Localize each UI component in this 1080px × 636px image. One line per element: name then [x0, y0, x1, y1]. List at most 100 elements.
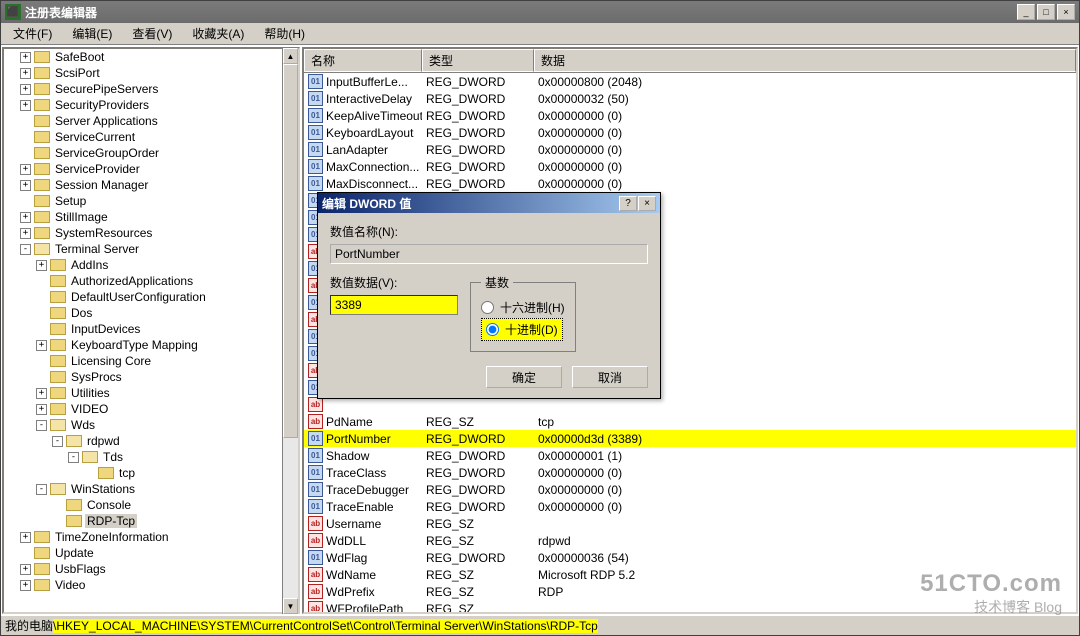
tree-node[interactable]: +StillImage: [20, 209, 298, 225]
menu-help[interactable]: 帮助(H): [256, 23, 313, 44]
cancel-button[interactable]: 取消: [572, 366, 648, 388]
tree-node[interactable]: +Session Manager: [20, 177, 298, 193]
expand-icon[interactable]: +: [20, 164, 31, 175]
radio-hex[interactable]: [481, 301, 494, 314]
list-row[interactable]: abWdPrefixREG_SZRDP: [304, 583, 1076, 600]
tree-node[interactable]: +KeyboardType Mapping: [20, 337, 298, 353]
tree-node[interactable]: +SystemResources: [20, 225, 298, 241]
expand-icon[interactable]: +: [20, 68, 31, 79]
tree-node[interactable]: +SafeBoot: [20, 49, 298, 65]
col-header-name[interactable]: 名称: [304, 49, 422, 72]
tree-node[interactable]: +SecurePipeServers: [20, 81, 298, 97]
list-row[interactable]: 01PortNumberREG_DWORD0x00000d3d (3389): [304, 430, 1076, 447]
tree-node[interactable]: RDP-Tcp: [20, 513, 298, 529]
scroll-down-icon[interactable]: ▼: [283, 598, 298, 614]
menu-edit[interactable]: 编辑(E): [64, 23, 120, 44]
expand-icon[interactable]: +: [20, 84, 31, 95]
menu-view[interactable]: 查看(V): [124, 23, 180, 44]
tree-node[interactable]: SysProcs: [20, 369, 298, 385]
list-row[interactable]: abWdDLLREG_SZrdpwd: [304, 532, 1076, 549]
expand-icon[interactable]: +: [20, 180, 31, 191]
tree-scrollbar[interactable]: ▲ ▼: [282, 48, 298, 614]
expand-icon[interactable]: +: [20, 228, 31, 239]
value-data: 0x00000000 (0): [534, 108, 1076, 123]
menu-file[interactable]: 文件(F): [5, 23, 60, 44]
tree-node[interactable]: +AddIns: [20, 257, 298, 273]
expand-icon[interactable]: +: [20, 100, 31, 111]
tree-node[interactable]: Dos: [20, 305, 298, 321]
tree-node[interactable]: +ServiceProvider: [20, 161, 298, 177]
tree-node[interactable]: Server Applications: [20, 113, 298, 129]
list-row[interactable]: abPdNameREG_SZtcp: [304, 413, 1076, 430]
tree-node[interactable]: ServiceGroupOrder: [20, 145, 298, 161]
ok-button[interactable]: 确定: [486, 366, 562, 388]
tree-panel[interactable]: +SafeBoot+ScsiPort+SecurePipeServers+Sec…: [2, 47, 300, 614]
list-row[interactable]: 01KeyboardLayoutREG_DWORD0x00000000 (0): [304, 124, 1076, 141]
tree-node[interactable]: +UsbFlags: [20, 561, 298, 577]
list-row[interactable]: 01ShadowREG_DWORD0x00000001 (1): [304, 447, 1076, 464]
tree-node[interactable]: ServiceCurrent: [20, 129, 298, 145]
menu-favorites[interactable]: 收藏夹(A): [184, 23, 252, 44]
tree-node[interactable]: Console: [20, 497, 298, 513]
list-row[interactable]: 01TraceClassREG_DWORD0x00000000 (0): [304, 464, 1076, 481]
tree-node[interactable]: Licensing Core: [20, 353, 298, 369]
titlebar[interactable]: ⬛ 注册表编辑器 _ □ ×: [1, 1, 1079, 23]
tree-node[interactable]: -rdpwd: [20, 433, 298, 449]
expand-icon[interactable]: +: [20, 52, 31, 63]
list-row[interactable]: 01WdFlagREG_DWORD0x00000036 (54): [304, 549, 1076, 566]
expand-icon[interactable]: +: [20, 532, 31, 543]
tree-node[interactable]: AuthorizedApplications: [20, 273, 298, 289]
collapse-icon[interactable]: -: [20, 244, 31, 255]
tree-node[interactable]: +ScsiPort: [20, 65, 298, 81]
collapse-icon[interactable]: -: [68, 452, 79, 463]
tree-node[interactable]: Setup: [20, 193, 298, 209]
tree-node[interactable]: +TimeZoneInformation: [20, 529, 298, 545]
collapse-icon[interactable]: -: [52, 436, 63, 447]
tree-node[interactable]: -WinStations: [20, 481, 298, 497]
tree-node[interactable]: +VIDEO: [20, 401, 298, 417]
tree-node[interactable]: -Tds: [20, 449, 298, 465]
expand-icon[interactable]: +: [20, 212, 31, 223]
list-row[interactable]: 01LanAdapterREG_DWORD0x00000000 (0): [304, 141, 1076, 158]
expand-icon[interactable]: +: [36, 340, 47, 351]
tree-node[interactable]: -Terminal Server: [20, 241, 298, 257]
list-row[interactable]: abWdNameREG_SZMicrosoft RDP 5.2: [304, 566, 1076, 583]
tree-node[interactable]: InputDevices: [20, 321, 298, 337]
list-row[interactable]: 01TraceEnableREG_DWORD0x00000000 (0): [304, 498, 1076, 515]
maximize-button[interactable]: □: [1037, 4, 1055, 20]
tree-node[interactable]: tcp: [20, 465, 298, 481]
expand-icon[interactable]: +: [20, 580, 31, 591]
col-header-data[interactable]: 数据: [534, 49, 1076, 72]
tree-node[interactable]: DefaultUserConfiguration: [20, 289, 298, 305]
minimize-button[interactable]: _: [1017, 4, 1035, 20]
expand-icon[interactable]: +: [20, 564, 31, 575]
dialog-titlebar[interactable]: 编辑 DWORD 值 ? ×: [318, 193, 660, 213]
col-header-type[interactable]: 类型: [422, 49, 534, 72]
value-data: 0x00000000 (0): [534, 499, 1076, 514]
data-input[interactable]: [330, 295, 458, 315]
radio-dec[interactable]: [486, 323, 499, 336]
expand-icon[interactable]: +: [36, 260, 47, 271]
tree-node[interactable]: -Wds: [20, 417, 298, 433]
tree-node[interactable]: +Utilities: [20, 385, 298, 401]
collapse-icon[interactable]: -: [36, 420, 47, 431]
list-row[interactable]: 01MaxConnection...REG_DWORD0x00000000 (0…: [304, 158, 1076, 175]
list-row[interactable]: 01TraceDebuggerREG_DWORD0x00000000 (0): [304, 481, 1076, 498]
list-row[interactable]: abWFProfilePathREG_SZ: [304, 600, 1076, 614]
tree-node[interactable]: +SecurityProviders: [20, 97, 298, 113]
list-row[interactable]: 01InputBufferLe...REG_DWORD0x00000800 (2…: [304, 73, 1076, 90]
collapse-icon[interactable]: -: [36, 484, 47, 495]
dialog-help-button[interactable]: ?: [619, 196, 637, 211]
tree-node[interactable]: Update: [20, 545, 298, 561]
list-row[interactable]: 01MaxDisconnect...REG_DWORD0x00000000 (0…: [304, 175, 1076, 192]
expand-icon[interactable]: +: [36, 388, 47, 399]
list-row[interactable]: 01InteractiveDelayREG_DWORD0x00000032 (5…: [304, 90, 1076, 107]
list-row[interactable]: abUsernameREG_SZ: [304, 515, 1076, 532]
close-button[interactable]: ×: [1057, 4, 1075, 20]
tree-node[interactable]: +Video: [20, 577, 298, 593]
scroll-thumb[interactable]: [283, 64, 298, 438]
scroll-up-icon[interactable]: ▲: [283, 48, 298, 64]
list-row[interactable]: 01KeepAliveTimeoutREG_DWORD0x00000000 (0…: [304, 107, 1076, 124]
expand-icon[interactable]: +: [36, 404, 47, 415]
dialog-close-button[interactable]: ×: [638, 196, 656, 211]
